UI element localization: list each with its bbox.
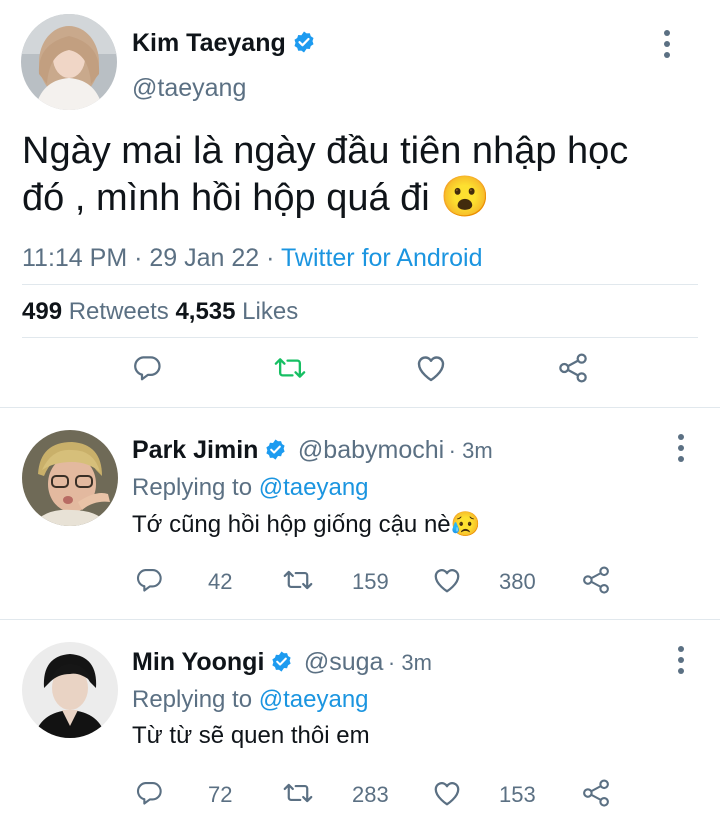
divider (0, 619, 720, 620)
share-button[interactable] (581, 565, 611, 595)
share-icon (583, 779, 609, 807)
verified-badge-icon (272, 651, 291, 672)
replying-to-handle[interactable]: @taeyang (259, 474, 369, 501)
reply-author-name[interactable]: Min Yoongi (132, 648, 264, 676)
meta-separator: · (266, 244, 275, 272)
reply-button[interactable] (135, 779, 163, 807)
retweet-button[interactable] (274, 353, 306, 383)
like-count: 380 (499, 569, 536, 594)
meta-separator: · (134, 244, 143, 272)
reply-text: Tớ cũng hồi hộp giống cậu nè😥 (132, 510, 481, 539)
tweet-time[interactable]: 11:14 PM (22, 244, 127, 272)
more-options-icon[interactable] (652, 24, 682, 64)
divider (22, 284, 698, 285)
retweet-button[interactable] (283, 566, 313, 594)
share-icon (583, 566, 609, 594)
like-icon (434, 569, 460, 593)
replying-to: Replying to @taeyang (132, 474, 369, 502)
retweets-count: 499 (22, 298, 63, 325)
replying-to-label: Replying to (132, 686, 253, 713)
share-icon (559, 353, 587, 383)
reply-author-name[interactable]: Park Jimin (132, 436, 258, 464)
likes-stat[interactable]: 4,535 Likes (175, 298, 298, 325)
tweet-date[interactable]: 29 Jan 22 (149, 244, 259, 272)
tweet-text-line2: đó , mình hồi hộp quá đi (22, 177, 430, 219)
tweet-client-link[interactable]: Twitter for Android (281, 244, 482, 272)
retweets-label: Retweets (68, 298, 169, 325)
reply-time[interactable]: · 3m (449, 438, 493, 463)
reply-time[interactable]: · 3m (388, 650, 432, 675)
retweet-icon (283, 783, 313, 803)
reply-icon (136, 782, 162, 805)
like-icon (434, 782, 460, 806)
share-button[interactable] (581, 778, 611, 808)
avatar-kim-taeyang[interactable] (21, 14, 117, 110)
reply-icon (134, 356, 161, 381)
reply-author-handle[interactable]: @suga (304, 648, 384, 676)
reply-button[interactable] (132, 353, 162, 383)
reply-header: Min Yoongi @suga · 3m (132, 648, 432, 677)
like-count: 153 (499, 782, 536, 807)
reply-header: Park Jimin @babymochi · 3m (132, 436, 493, 465)
retweet-count: 159 (352, 569, 389, 594)
verified-badge-icon (294, 31, 314, 53)
likes-count: 4,535 (175, 298, 236, 325)
tweet-stats: 499 Retweets 4,535 Likes (22, 298, 298, 326)
author-name-text[interactable]: Kim Taeyang (132, 29, 286, 57)
reply-text: Từ từ sẽ quen thôi em (132, 722, 370, 749)
replying-to-label: Replying to (132, 474, 253, 501)
retweet-count: 283 (352, 782, 389, 807)
author-name[interactable]: Kim Taeyang (132, 29, 316, 58)
like-icon (417, 356, 445, 382)
like-button[interactable] (432, 566, 462, 594)
reply-icon (136, 569, 162, 592)
more-options-icon[interactable] (666, 428, 696, 468)
reply-count: 72 (208, 782, 233, 807)
surprised-emoji: 😮 (440, 175, 491, 219)
author-handle[interactable]: @taeyang (132, 74, 246, 103)
sad-emoji: 😥 (450, 511, 481, 538)
retweets-stat[interactable]: 499 Retweets (22, 298, 169, 325)
like-button[interactable] (415, 353, 447, 383)
tweet-text: Ngày mai là ngày đầu tiên nhập học đó , … (22, 128, 702, 221)
reply-text-content: Tớ cũng hồi hộp giống cậu nè (132, 511, 451, 538)
avatar-min-yoongi[interactable] (22, 642, 118, 738)
tweet-text-line1: Ngày mai là ngày đầu tiên nhập học (22, 130, 629, 172)
replying-to: Replying to @taeyang (132, 686, 369, 714)
avatar-park-jimin[interactable] (22, 430, 118, 526)
replying-to-handle[interactable]: @taeyang (259, 686, 369, 713)
like-button[interactable] (432, 779, 462, 807)
verified-badge-icon (266, 439, 286, 460)
divider (22, 337, 698, 338)
reply-count: 42 (208, 569, 233, 594)
reply-button[interactable] (135, 566, 163, 594)
likes-label: Likes (242, 298, 299, 325)
more-options-icon[interactable] (666, 640, 696, 680)
share-button[interactable] (557, 352, 589, 384)
divider (0, 407, 720, 408)
retweet-icon (283, 570, 313, 590)
tweet-meta: 11:14 PM · 29 Jan 22 · Twitter for Andro… (22, 244, 482, 273)
retweet-icon (274, 358, 306, 378)
retweet-button[interactable] (283, 779, 313, 807)
reply-author-handle[interactable]: @babymochi (298, 436, 444, 464)
